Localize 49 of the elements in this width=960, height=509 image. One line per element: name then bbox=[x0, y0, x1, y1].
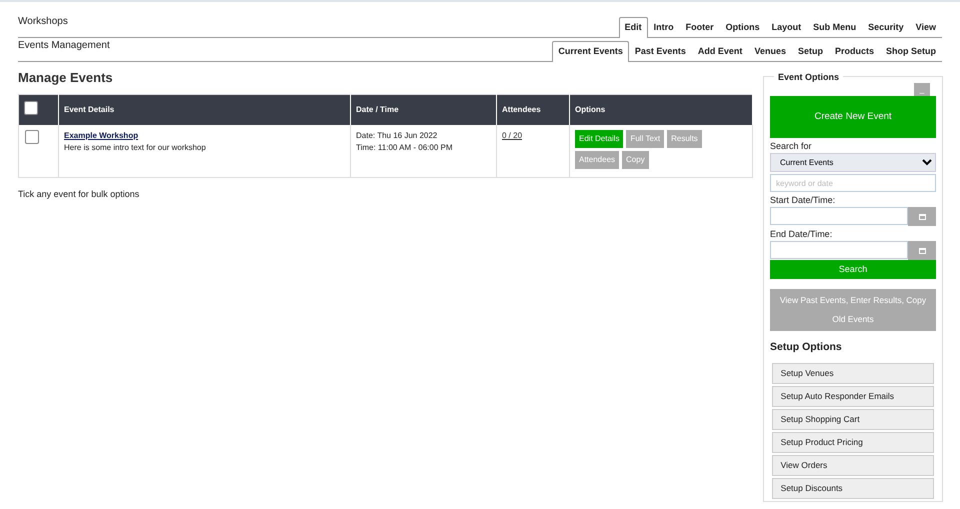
tab[interactable]: Security bbox=[862, 16, 910, 37]
tab[interactable]: Intro bbox=[648, 16, 680, 37]
search-select[interactable]: Current Events bbox=[770, 153, 936, 172]
tab[interactable]: View bbox=[910, 16, 942, 37]
panel-legend: Event Options bbox=[774, 71, 844, 84]
attendees-link[interactable]: 0 / 20 bbox=[502, 130, 522, 140]
date-field[interactable] bbox=[770, 241, 908, 259]
bulk-hint: Tick any event for bulk options bbox=[18, 188, 140, 201]
tab[interactable]: Past Events bbox=[628, 40, 692, 61]
event-title-link[interactable]: Example Workshop bbox=[64, 130, 138, 140]
setup-link-button[interactable]: Setup Product Pricing bbox=[772, 432, 934, 453]
setup-link-button[interactable]: View Orders bbox=[772, 454, 934, 476]
event-time: Time: 11:00 AM - 06:00 PM bbox=[356, 142, 452, 152]
section-heading: Setup Options bbox=[770, 340, 843, 355]
tab[interactable]: Options bbox=[720, 16, 766, 37]
calendar-icon bbox=[918, 248, 926, 254]
tab[interactable]: Edit bbox=[618, 16, 648, 38]
tab[interactable]: Venues bbox=[748, 40, 792, 61]
select-all-checkbox[interactable] bbox=[24, 100, 38, 115]
section-heading: Manage Events bbox=[18, 70, 114, 86]
tab[interactable]: Sub Menu bbox=[807, 16, 862, 37]
field-label: Search for bbox=[770, 141, 813, 152]
setup-link-button[interactable]: Setup Auto Responder Emails bbox=[772, 386, 934, 407]
setup-link-button[interactable]: Setup Venues bbox=[772, 362, 934, 384]
tab[interactable]: Setup bbox=[792, 40, 829, 61]
event-date: Date: Thu 16 Jun 2022 bbox=[356, 130, 438, 140]
tab[interactable]: Footer bbox=[680, 16, 720, 37]
calendar-button[interactable] bbox=[908, 207, 936, 226]
tab[interactable]: Layout bbox=[766, 16, 808, 37]
field-label: Start Date/Time: bbox=[770, 195, 836, 206]
keyword-field[interactable]: keyword or date bbox=[770, 174, 936, 192]
column-header: Options bbox=[570, 94, 752, 125]
setup-link-button[interactable]: Setup Discounts bbox=[772, 478, 934, 499]
column-header: Event Details bbox=[58, 94, 350, 125]
field-label: End Date/Time: bbox=[770, 229, 834, 240]
event-intro: Here is some intro text for our workshop bbox=[64, 142, 206, 152]
tab[interactable]: Shop Setup bbox=[880, 40, 942, 61]
tab[interactable]: Add Event bbox=[692, 40, 748, 61]
tab[interactable]: Current Events bbox=[552, 40, 629, 62]
tab[interactable]: Products bbox=[828, 40, 880, 61]
page-title: Workshops bbox=[18, 15, 68, 29]
column-header: Date / Time bbox=[350, 94, 496, 125]
date-field[interactable] bbox=[770, 207, 908, 225]
calendar-icon bbox=[918, 214, 926, 220]
setup-link-button[interactable]: Setup Shopping Cart bbox=[772, 408, 934, 430]
page-title: Events Management bbox=[18, 39, 110, 53]
calendar-button[interactable] bbox=[908, 241, 936, 260]
row-checkbox[interactable] bbox=[25, 130, 39, 144]
column-header: Attendees bbox=[496, 94, 570, 125]
